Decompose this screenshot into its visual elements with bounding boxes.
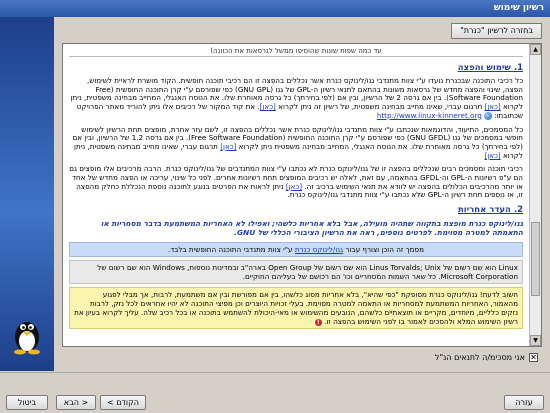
prepared-by-note: מסמך זה הוכן וצורף עבור גנו/לינוקס כנרת … xyxy=(69,242,523,258)
next-button[interactable]: הבא > xyxy=(56,395,96,410)
window-title: רשיון שימוש xyxy=(493,3,544,13)
back-to-license-button[interactable]: בחזרה לרשיון "כנרת" xyxy=(451,23,542,39)
cancel-button[interactable]: ביטול xyxy=(6,395,48,410)
english-gfdl-link[interactable]: [כאן] xyxy=(220,142,236,151)
paragraph-1: כל רכיבי התוכנה שבכנרת נועדו ע"י צוות מת… xyxy=(70,76,523,120)
scroll-down-arrow-icon[interactable]: ▼ xyxy=(530,335,541,346)
globe-icon xyxy=(483,111,492,120)
paragraph-3: רכיבי תוכנה ומסמכים רבים שנכללים בהפצה ז… xyxy=(69,164,523,200)
components-list-link[interactable]: [כאן] xyxy=(286,182,302,191)
scrollbar-thumb[interactable] xyxy=(531,222,540,296)
project-url-link[interactable]: http://www.linux-kinneret.org xyxy=(377,111,482,120)
hebrew-gpl-link[interactable]: [כאן] xyxy=(260,102,276,111)
important-notice: חשוב לדעת! גנו/לינוקס כנרת מסופקת "כפי ש… xyxy=(69,287,523,330)
trademarks-note: Linux הוא שם רשום של Linus Torvalds; Uni… xyxy=(69,260,523,285)
scroll-up-arrow-icon[interactable]: ▲ xyxy=(530,44,541,55)
hebrew-gfdl-link[interactable]: [כאן] xyxy=(485,151,501,160)
previous-button[interactable]: < הקודם xyxy=(100,395,146,410)
exclamation-icon: ! xyxy=(314,318,322,326)
main-area: בחזרה לרשיון "כנרת" עד כמה שפות שונות שה… xyxy=(56,17,550,371)
english-gpl-link[interactable]: [כאן] xyxy=(485,102,501,111)
side-panel xyxy=(0,17,54,371)
accept-terms-label: אני מסכימ/ה לתנאים הנ"ל xyxy=(434,353,525,362)
close-check-icon[interactable]: ✕ xyxy=(529,353,538,362)
no-warranty-text: גנו/לינוקס כנרת מופצת בתקווה שתהיה מועיל… xyxy=(100,219,523,238)
section-1-heading: 1. שימוש והפצה xyxy=(457,63,523,73)
document-scrollbar[interactable]: ▲ ▼ xyxy=(529,44,541,346)
section-2-heading: 2. העדר אחריות xyxy=(457,205,523,216)
license-document[interactable]: עד כמה שפות שונות שהוסיפו ממשל לגרסאות א… xyxy=(62,43,542,347)
top-row-text: עד כמה שפות שונות שהוסיפו ממשל לגרסאות א… xyxy=(69,47,523,57)
kinneret-link[interactable]: גנו/לינוקס כנרת xyxy=(295,245,343,254)
bottom-button-bar: ביטול הבא > < הקודם עזרה xyxy=(0,372,550,413)
accept-terms-checkbox[interactable]: ✕ אני מסכימ/ה לתנאים הנ"ל xyxy=(435,353,538,362)
help-button[interactable]: עזרה xyxy=(504,395,544,410)
tux-penguin-icon xyxy=(14,322,40,355)
license-text: עד כמה שפות שונות שהוסיפו ממשל לגרסאות א… xyxy=(63,44,529,346)
window-titlebar: רשיון שימוש xyxy=(0,0,550,17)
paragraph-2: כל המסמכים, התיעוד, והדוגמאות שנכתבו ע"י… xyxy=(72,124,523,160)
